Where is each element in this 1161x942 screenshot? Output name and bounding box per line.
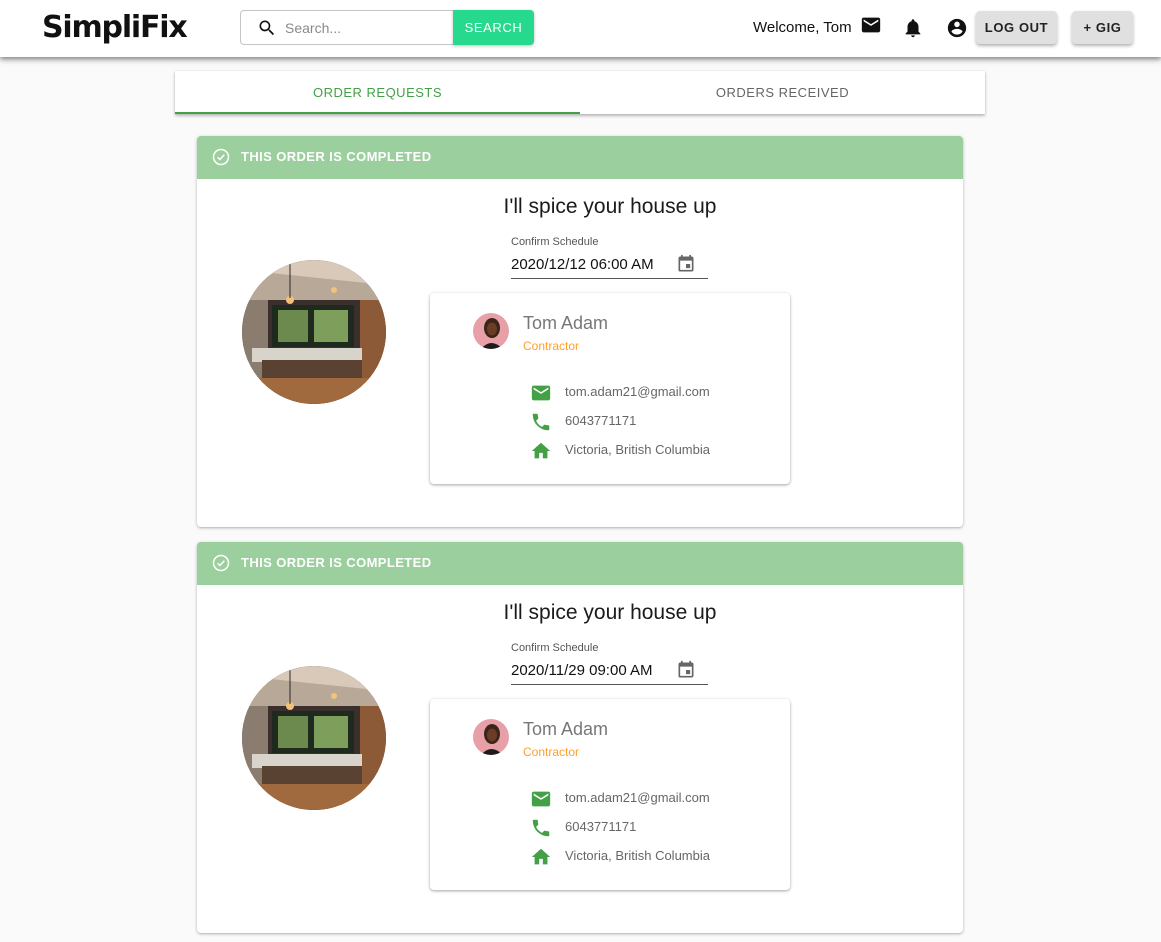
user-role: Contractor xyxy=(523,745,580,759)
tab-orders-received[interactable]: ORDERS RECEIVED xyxy=(580,71,985,114)
schedule-field[interactable]: 2020/12/12 06:00 AM xyxy=(511,250,708,279)
user-name[interactable]: Tom Adam xyxy=(523,312,608,334)
user-phone[interactable]: 6043771171 xyxy=(565,413,636,429)
check-circle-icon xyxy=(212,554,230,572)
gig-photo xyxy=(242,666,386,810)
gig-title: I'll spice your house up xyxy=(503,601,717,624)
order-card: THIS ORDER IS COMPLETED I'll spice your … xyxy=(197,542,963,933)
bell-icon[interactable] xyxy=(902,17,924,39)
avatar[interactable] xyxy=(473,313,509,349)
gig-title: I'll spice your house up xyxy=(503,195,717,218)
phone-icon xyxy=(532,819,550,837)
search-icon xyxy=(259,20,275,36)
account-circle-icon[interactable] xyxy=(946,17,968,39)
user-location: Victoria, British Columbia xyxy=(565,848,710,863)
avatar[interactable] xyxy=(473,719,509,755)
order-card: THIS ORDER IS COMPLETED I'll spice your … xyxy=(197,136,963,527)
calendar-icon[interactable] xyxy=(676,254,696,274)
user-card: Tom Adam Contractor tom.adam21@gmail.com… xyxy=(430,293,790,484)
schedule-label: Confirm Schedule xyxy=(511,236,599,248)
logout-button[interactable]: LOG OUT xyxy=(976,11,1057,44)
completed-banner: THIS ORDER IS COMPLETED xyxy=(197,542,963,585)
schedule-field[interactable]: 2020/11/29 09:00 AM xyxy=(511,656,708,685)
user-location: Victoria, British Columbia xyxy=(565,442,710,457)
user-role: Contractor xyxy=(523,339,580,353)
schedule-label: Confirm Schedule xyxy=(511,642,599,654)
order-status-text: THIS ORDER IS COMPLETED xyxy=(241,555,432,570)
completed-banner: THIS ORDER IS COMPLETED xyxy=(197,136,963,179)
user-email[interactable]: tom.adam21@gmail.com xyxy=(565,790,710,806)
home-icon xyxy=(531,848,551,865)
tab-indicator xyxy=(175,112,580,114)
logo[interactable]: SimpliFix xyxy=(42,9,188,47)
check-circle-icon xyxy=(212,148,230,166)
order-status-text: THIS ORDER IS COMPLETED xyxy=(241,149,432,164)
search-input[interactable] xyxy=(285,18,445,38)
add-gig-button[interactable]: + GIG xyxy=(1072,11,1133,44)
mail-icon[interactable] xyxy=(860,14,882,36)
schedule-value: 2020/12/12 06:00 AM xyxy=(511,256,654,273)
user-card: Tom Adam Contractor tom.adam21@gmail.com… xyxy=(430,699,790,890)
gig-photo xyxy=(242,260,386,404)
home-icon xyxy=(531,442,551,459)
tab-order-requests[interactable]: ORDER REQUESTS xyxy=(175,71,580,114)
schedule-value: 2020/11/29 09:00 AM xyxy=(511,662,653,679)
email-icon xyxy=(531,791,551,807)
welcome-text: Welcome, Tom xyxy=(753,19,852,36)
order-tabs: ORDER REQUESTS ORDERS RECEIVED xyxy=(175,71,985,114)
email-icon xyxy=(531,385,551,401)
search-button[interactable]: SEARCH xyxy=(453,10,534,45)
user-email[interactable]: tom.adam21@gmail.com xyxy=(565,384,710,400)
user-name[interactable]: Tom Adam xyxy=(523,718,608,740)
calendar-icon[interactable] xyxy=(676,660,696,680)
user-phone[interactable]: 6043771171 xyxy=(565,819,636,835)
phone-icon xyxy=(532,413,550,431)
top-app-bar: SimpliFix SEARCH Welcome, Tom LOG OUT + … xyxy=(0,0,1161,57)
